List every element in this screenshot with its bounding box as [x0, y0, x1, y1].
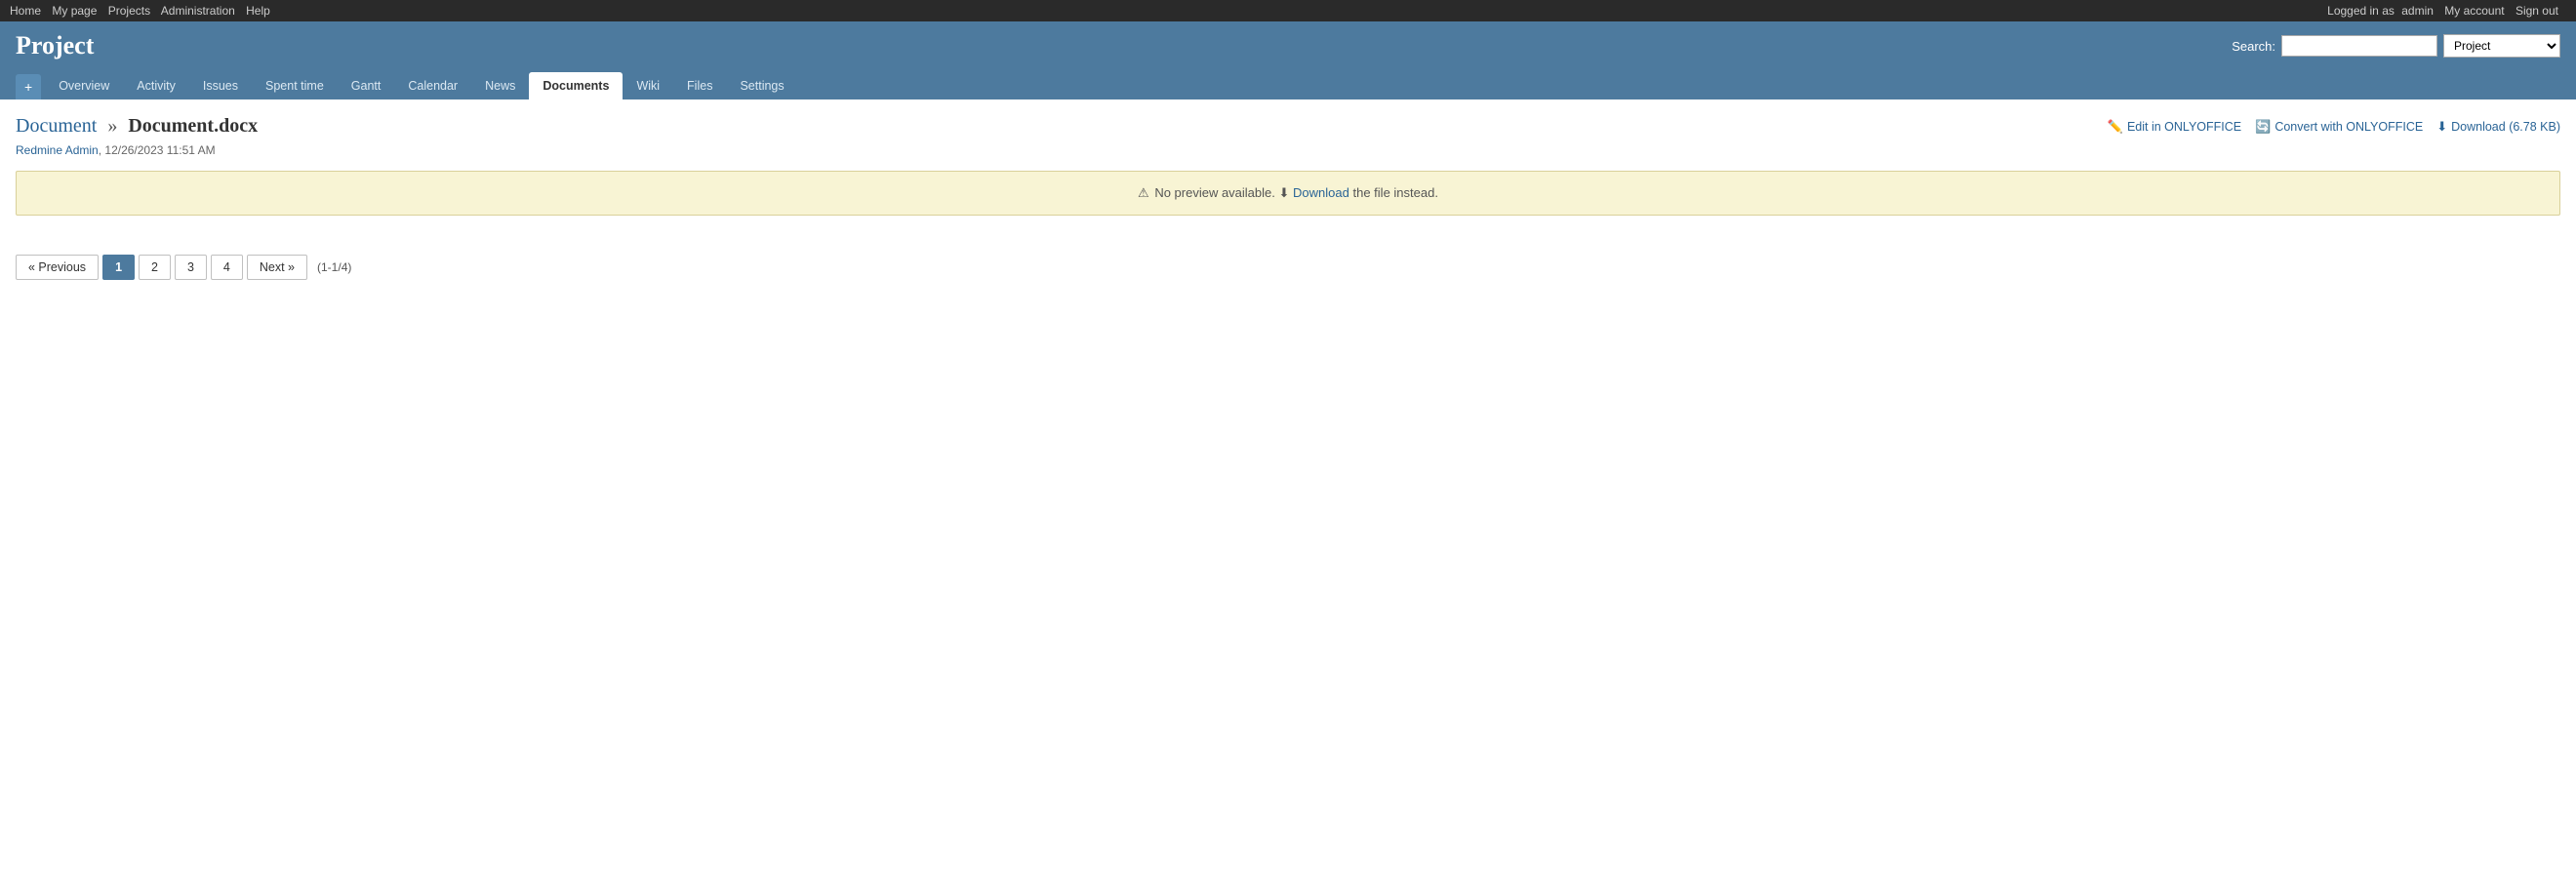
- top-nav-links: Home My page Projects Administration Hel…: [10, 4, 278, 18]
- my-account-link[interactable]: My account: [2444, 4, 2504, 18]
- project-title: Project: [16, 31, 94, 60]
- pagination: « Previous 1 2 3 4 Next » (1-1/4): [16, 255, 2560, 280]
- tab-activity[interactable]: Activity: [123, 72, 189, 99]
- top-navbar: Home My page Projects Administration Hel…: [0, 0, 2576, 21]
- page-3-button[interactable]: 3: [175, 255, 207, 280]
- tab-wiki[interactable]: Wiki: [623, 72, 673, 99]
- no-preview-suffix: the file instead.: [1353, 185, 1438, 200]
- convert-onlyoffice-link[interactable]: 🔄 Convert with ONLYOFFICE: [2255, 119, 2423, 135]
- page-1-button[interactable]: 1: [102, 255, 135, 280]
- nav-home[interactable]: Home: [10, 4, 41, 18]
- nav-administration[interactable]: Administration: [161, 4, 235, 18]
- page-header: Project Search: Project All + Overview A…: [0, 21, 2576, 99]
- username-link[interactable]: admin: [2401, 4, 2434, 18]
- no-preview-banner: ⚠ No preview available. ⬇ Download the f…: [16, 171, 2560, 216]
- download-link[interactable]: ⬇ Download (6.78 KB): [2436, 119, 2560, 135]
- nav-mypage[interactable]: My page: [52, 4, 97, 18]
- tab-add-button[interactable]: +: [16, 74, 41, 99]
- page-4-button[interactable]: 4: [211, 255, 243, 280]
- breadcrumb-separator: »: [107, 115, 117, 137]
- no-preview-text: No preview available.: [1154, 185, 1275, 200]
- sign-out-link[interactable]: Sign out: [2516, 4, 2558, 18]
- edit-icon: ✏️: [2108, 119, 2123, 135]
- tab-settings[interactable]: Settings: [726, 72, 797, 99]
- search-scope-select[interactable]: Project All: [2443, 34, 2560, 58]
- document-title-bar: Document » Document.docx ✏️ Edit in ONLY…: [16, 115, 2560, 138]
- tab-documents[interactable]: Documents: [529, 72, 623, 99]
- search-area: Search: Project All: [2232, 34, 2560, 58]
- breadcrumb-document-link[interactable]: Document: [16, 115, 97, 137]
- breadcrumb: Document » Document.docx: [16, 115, 258, 138]
- tab-spent-time[interactable]: Spent time: [252, 72, 338, 99]
- document-date: 12/26/2023 11:51 AM: [104, 143, 215, 157]
- search-label: Search:: [2232, 39, 2275, 54]
- nav-projects[interactable]: Projects: [108, 4, 150, 18]
- search-input[interactable]: [2281, 35, 2437, 57]
- document-filename: Document.docx: [128, 115, 258, 137]
- author-link[interactable]: Redmine Admin: [16, 143, 99, 157]
- edit-onlyoffice-link[interactable]: ✏️ Edit in ONLYOFFICE: [2108, 119, 2241, 135]
- tab-overview[interactable]: Overview: [45, 72, 123, 99]
- top-nav-user: Logged in as admin My account Sign out: [2327, 4, 2566, 18]
- document-actions: ✏️ Edit in ONLYOFFICE 🔄 Convert with ONL…: [2108, 119, 2560, 135]
- header-top: Project Search: Project All: [16, 31, 2560, 68]
- main-content: Document » Document.docx ✏️ Edit in ONLY…: [0, 99, 2576, 296]
- download-icon: ⬇: [2436, 119, 2447, 135]
- no-preview-download-link[interactable]: Download: [1293, 185, 1349, 200]
- no-preview-download-icon: ⚠: [1138, 185, 1149, 201]
- next-button[interactable]: Next »: [247, 255, 307, 280]
- tab-calendar[interactable]: Calendar: [394, 72, 471, 99]
- download-label: Download (6.78 KB): [2451, 120, 2560, 134]
- logged-in-label: Logged in as: [2327, 4, 2395, 18]
- page-info: (1-1/4): [317, 260, 351, 274]
- nav-help[interactable]: Help: [246, 4, 270, 18]
- previous-button[interactable]: « Previous: [16, 255, 99, 280]
- tab-news[interactable]: News: [471, 72, 529, 99]
- tab-files[interactable]: Files: [673, 72, 726, 99]
- convert-icon: 🔄: [2255, 119, 2271, 135]
- document-meta: Redmine Admin, 12/26/2023 11:51 AM: [16, 143, 2560, 157]
- download-icon-inline: ⬇: [1279, 185, 1290, 200]
- convert-onlyoffice-label: Convert with ONLYOFFICE: [2274, 120, 2423, 134]
- tab-gantt[interactable]: Gantt: [338, 72, 395, 99]
- tab-issues[interactable]: Issues: [189, 72, 252, 99]
- tab-navigation: + Overview Activity Issues Spent time Ga…: [16, 72, 2560, 99]
- edit-onlyoffice-label: Edit in ONLYOFFICE: [2127, 120, 2241, 134]
- page-2-button[interactable]: 2: [139, 255, 171, 280]
